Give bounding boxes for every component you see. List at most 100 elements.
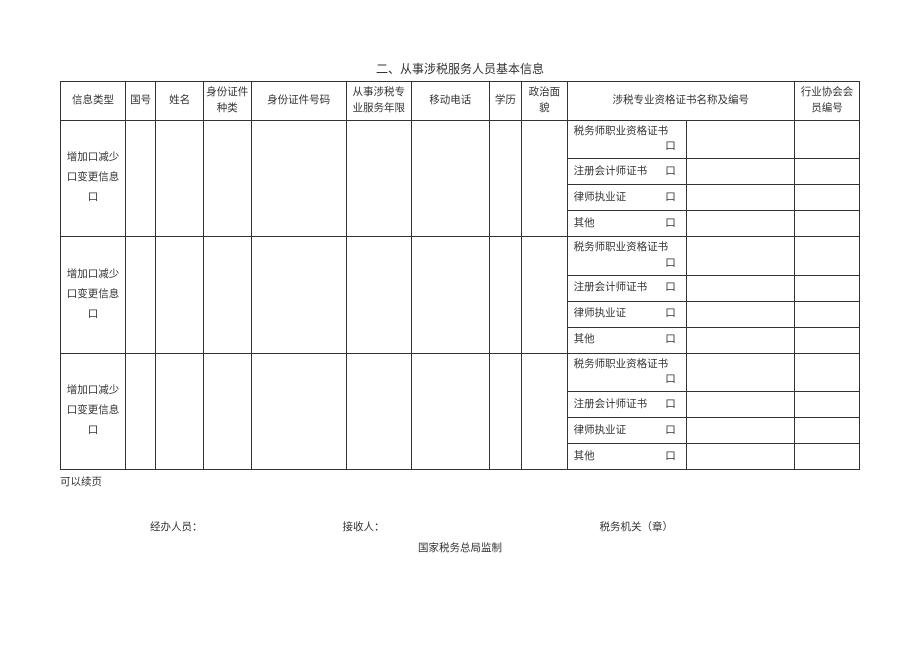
cell-service_years: [346, 237, 411, 354]
checkbox-icon: 口: [665, 190, 676, 206]
assoc-cell: [794, 444, 859, 470]
cell-service_years: [346, 120, 411, 237]
cell-id_kind: [203, 353, 251, 470]
continuation-note: 可以续页: [60, 474, 860, 489]
cell-service_years: [346, 353, 411, 470]
cell-education: [489, 120, 521, 237]
cell-name: [156, 353, 204, 470]
hdr-info-type: 信息类型: [61, 82, 126, 121]
cert-no-cell: [686, 327, 794, 353]
assoc-cell: [794, 418, 859, 444]
cert-label: 税务师职业资格证书口: [567, 237, 686, 276]
cell-mobile: [411, 353, 489, 470]
hdr-id-kind: 身份证件种类: [203, 82, 251, 121]
checkbox-icon: 口: [665, 449, 676, 465]
cert-text: 律师执业证: [574, 425, 627, 436]
footer-authority: 税务机关（章）: [600, 519, 674, 534]
hdr-id-no: 身份证件号码: [251, 82, 346, 121]
cell-education: [489, 353, 521, 470]
hdr-education: 学历: [489, 82, 521, 121]
assoc-cell: [794, 185, 859, 211]
hdr-assoc: 行业协会会员编号: [794, 82, 859, 121]
cell-politics: [522, 237, 567, 354]
checkbox-icon: 口: [665, 164, 676, 180]
header-row: 信息类型 国号 姓名 身份证件种类 身份证件号码 从事涉税专业服务年限 移动电话…: [61, 82, 860, 121]
cell-id_no: [251, 237, 346, 354]
assoc-cell: [794, 120, 859, 159]
cell-id_kind: [203, 237, 251, 354]
assoc-cell: [794, 237, 859, 276]
footer-receiver: 接收人：: [343, 519, 385, 534]
cert-text: 其他: [574, 451, 595, 462]
cert-label: 税务师职业资格证书口: [567, 120, 686, 159]
cell-id_no: [251, 120, 346, 237]
cert-label: 其他 口: [567, 444, 686, 470]
cert-text: 注册会计师证书: [574, 399, 648, 410]
hdr-service-years: 从事涉税专业服务年限: [346, 82, 411, 121]
cell-politics: [522, 353, 567, 470]
checkbox-icon: 口: [665, 216, 676, 232]
cell-politics: [522, 120, 567, 237]
cell-id_no: [251, 353, 346, 470]
cert-text: 其他: [574, 334, 595, 345]
assoc-cell: [794, 392, 859, 418]
personnel-table: 信息类型 国号 姓名 身份证件种类 身份证件号码 从事涉税专业服务年限 移动电话…: [60, 81, 860, 470]
checkbox-icon: 口: [665, 332, 676, 348]
cert-no-cell: [686, 159, 794, 185]
table-row: 增加口减少口变更信息口税务师职业资格证书口: [61, 237, 860, 276]
cert-no-cell: [686, 120, 794, 159]
cert-text: 税务师职业资格证书: [574, 126, 669, 137]
assoc-cell: [794, 275, 859, 301]
row-label: 增加口减少口变更信息口: [61, 120, 126, 237]
cert-no-cell: [686, 211, 794, 237]
checkbox-icon: 口: [665, 256, 676, 272]
cert-label: 律师执业证 口: [567, 185, 686, 211]
hdr-nationality: 国号: [125, 82, 155, 121]
cell-name: [156, 237, 204, 354]
cert-label: 其他 口: [567, 327, 686, 353]
cell-name: [156, 120, 204, 237]
cert-label: 其他 口: [567, 211, 686, 237]
cell-mobile: [411, 120, 489, 237]
cert-label: 律师执业证 口: [567, 418, 686, 444]
cell-mobile: [411, 237, 489, 354]
cert-text: 律师执业证: [574, 308, 627, 319]
checkbox-icon: 口: [665, 423, 676, 439]
checkbox-icon: 口: [665, 306, 676, 322]
assoc-cell: [794, 327, 859, 353]
cert-no-cell: [686, 301, 794, 327]
row-label: 增加口减少口变更信息口: [61, 237, 126, 354]
assoc-cell: [794, 211, 859, 237]
cert-label: 注册会计师证书 口: [567, 275, 686, 301]
cert-text: 其他: [574, 218, 595, 229]
cert-no-cell: [686, 392, 794, 418]
table-row: 增加口减少口变更信息口税务师职业资格证书口: [61, 353, 860, 392]
cell-education: [489, 237, 521, 354]
cell-nationality: [125, 353, 155, 470]
checkbox-icon: 口: [665, 372, 676, 388]
cert-text: 注册会计师证书: [574, 282, 648, 293]
row-label: 增加口减少口变更信息口: [61, 353, 126, 470]
cert-label: 注册会计师证书口: [567, 159, 686, 185]
footer-handler: 经办人员：: [150, 519, 203, 534]
cert-text: 税务师职业资格证书: [574, 242, 669, 253]
cert-label: 税务师职业资格证书口: [567, 353, 686, 392]
checkbox-icon: 口: [665, 139, 676, 155]
assoc-cell: [794, 353, 859, 392]
cert-text: 税务师职业资格证书: [574, 359, 669, 370]
cert-no-cell: [686, 275, 794, 301]
cell-nationality: [125, 237, 155, 354]
cell-nationality: [125, 120, 155, 237]
section-title: 二、从事涉税服务人员基本信息: [60, 60, 860, 77]
cert-text: 律师执业证: [574, 192, 627, 203]
cert-no-cell: [686, 444, 794, 470]
cert-no-cell: [686, 353, 794, 392]
footer-issuer: 国家税务总局监制: [60, 540, 860, 555]
assoc-cell: [794, 301, 859, 327]
hdr-mobile: 移动电话: [411, 82, 489, 121]
cert-no-cell: [686, 237, 794, 276]
checkbox-icon: 口: [665, 280, 676, 296]
cert-no-cell: [686, 185, 794, 211]
footer-row: 经办人员： 接收人： 税务机关（章）: [60, 519, 860, 534]
hdr-politics: 政治面貌: [522, 82, 567, 121]
